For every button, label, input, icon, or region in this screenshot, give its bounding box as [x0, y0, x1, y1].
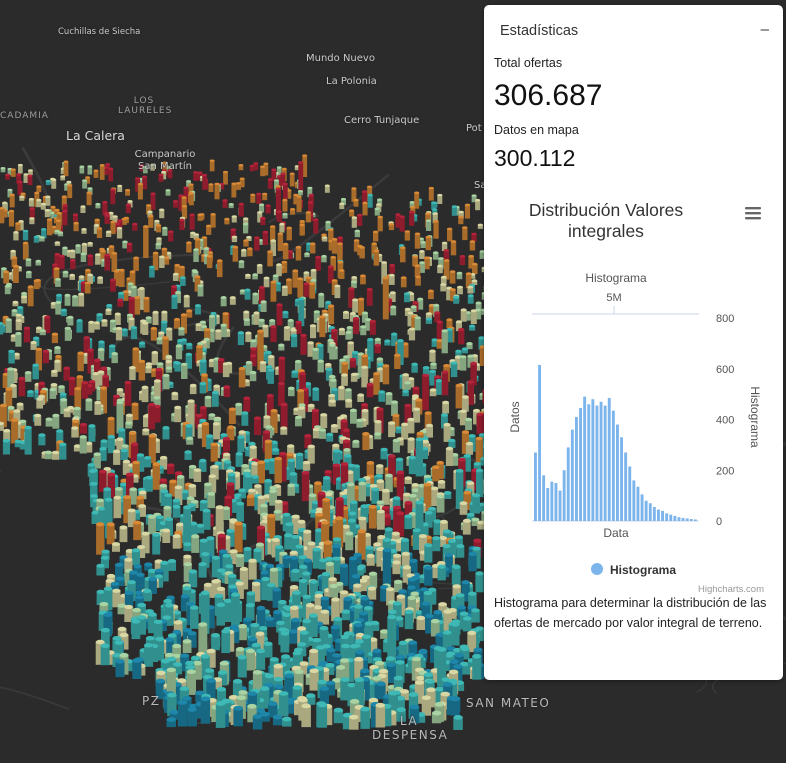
histogram-bar[interactable] — [648, 503, 652, 521]
place-label-mundo-nuevo: Mundo Nuevo — [306, 53, 375, 64]
legend-item[interactable]: Histograma — [591, 563, 676, 577]
histogram-bar[interactable] — [599, 401, 603, 521]
right-axis-title: Histograma — [748, 386, 762, 448]
place-label-la-despensa: LA DESPENSA — [372, 714, 449, 742]
histogram-bar[interactable] — [603, 405, 607, 521]
histogram-bar[interactable] — [640, 494, 644, 521]
legend-marker — [591, 563, 603, 575]
histogram-bar[interactable] — [628, 466, 632, 521]
panel-title: Estadísticas — [500, 23, 579, 39]
histogram-bar[interactable] — [587, 404, 591, 521]
chart-title-line1: Distribución Valores — [529, 200, 684, 220]
histogram-bar[interactable] — [550, 481, 554, 521]
price-columns — [0, 154, 494, 730]
histogram-bar[interactable] — [575, 416, 578, 521]
histogram-bar[interactable] — [677, 517, 681, 521]
histogram-bar[interactable] — [689, 518, 693, 521]
right-axis-tick-label: 200 — [716, 465, 734, 477]
histogram-bar[interactable] — [607, 397, 611, 521]
histogram-bar[interactable] — [542, 475, 546, 521]
place-label-la-polonia: La Polonia — [326, 76, 377, 87]
place-label-los-laureles: LOS LAURELES — [118, 96, 173, 116]
place-label-cerro-tunjaque: Cerro Tunjaque — [344, 115, 420, 126]
histogram-bars — [534, 364, 697, 521]
chart-description: Histograma para determinar la distribuci… — [494, 596, 767, 630]
right-axis-tick-label: 0 — [716, 516, 722, 528]
place-label-pz: PZ — [142, 694, 161, 708]
histogram-bar[interactable] — [591, 399, 595, 521]
map-data-label: Datos en mapa — [494, 123, 579, 137]
histogram-bar[interactable] — [562, 470, 566, 521]
place-label-cadamia: CADAMIA — [0, 111, 49, 121]
histogram-bar[interactable] — [554, 482, 558, 521]
histogram-bar[interactable] — [657, 509, 660, 521]
minus-icon[interactable]: – — [761, 21, 769, 38]
histogram-bar[interactable] — [652, 507, 656, 521]
hamburger-menu-icon[interactable] — [745, 207, 761, 220]
histogram-bar[interactable] — [534, 452, 537, 521]
place-label-pot: Pot — [466, 123, 482, 134]
map-data-value: 300.112 — [494, 145, 576, 171]
histogram-bar[interactable] — [611, 410, 615, 521]
histogram-bar[interactable] — [669, 514, 673, 521]
place-label-san-mateo: SAN MATEO — [466, 696, 551, 710]
histogram-bar[interactable] — [624, 452, 628, 521]
top-axis-tick-label: 5M — [606, 292, 621, 304]
right-axis-ticks: 800 600 400 200 0 — [716, 313, 734, 528]
histogram-bar[interactable] — [595, 405, 599, 521]
histogram-bar[interactable] — [546, 488, 550, 521]
histogram-bar[interactable] — [665, 513, 669, 521]
histogram-bar[interactable] — [661, 510, 664, 521]
histogram-bar[interactable] — [570, 429, 574, 521]
y-axis-label: Datos — [508, 401, 522, 432]
legend-label: Histograma — [610, 563, 676, 577]
histogram-bar[interactable] — [685, 518, 689, 521]
histogram-bar[interactable] — [579, 408, 582, 521]
histogram-bar[interactable] — [538, 364, 541, 521]
histogram-bar[interactable] — [620, 437, 623, 521]
place-label-campanario: Campanario San Martín — [134, 149, 196, 172]
histogram-bar[interactable] — [636, 486, 640, 521]
top-axis-title: Histograma — [585, 271, 647, 285]
histogram-bar[interactable] — [558, 490, 562, 521]
total-offers-value: 306.687 — [494, 79, 603, 112]
statistics-panel: Estadísticas – Total ofertas 306.687 Dat… — [484, 5, 783, 680]
x-axis-label: Data — [603, 526, 629, 540]
histogram-bar[interactable] — [693, 519, 697, 521]
chart-title-line2: integrales — [568, 221, 644, 241]
histogram-bar[interactable] — [681, 517, 685, 521]
histogram-chart: Distribución Valores integrales Histogra… — [494, 195, 774, 605]
total-offers-label: Total ofertas — [494, 56, 563, 70]
right-axis-tick-label: 800 — [716, 313, 734, 325]
histogram-bar[interactable] — [583, 396, 587, 521]
histogram-bar[interactable] — [616, 424, 619, 521]
histogram-bar[interactable] — [566, 447, 570, 521]
histogram-bar[interactable] — [673, 515, 677, 521]
histogram-bar[interactable] — [644, 500, 648, 521]
place-label-cuchillas: Cuchillas de Siecha — [58, 27, 141, 37]
right-axis-tick-label: 600 — [716, 364, 734, 376]
histogram-svg: Distribución Valores integrales Histogra… — [508, 200, 764, 595]
right-axis-tick-label: 400 — [716, 415, 734, 427]
place-label-la-calera: La Calera — [66, 128, 125, 143]
histogram-bar[interactable] — [632, 480, 636, 521]
